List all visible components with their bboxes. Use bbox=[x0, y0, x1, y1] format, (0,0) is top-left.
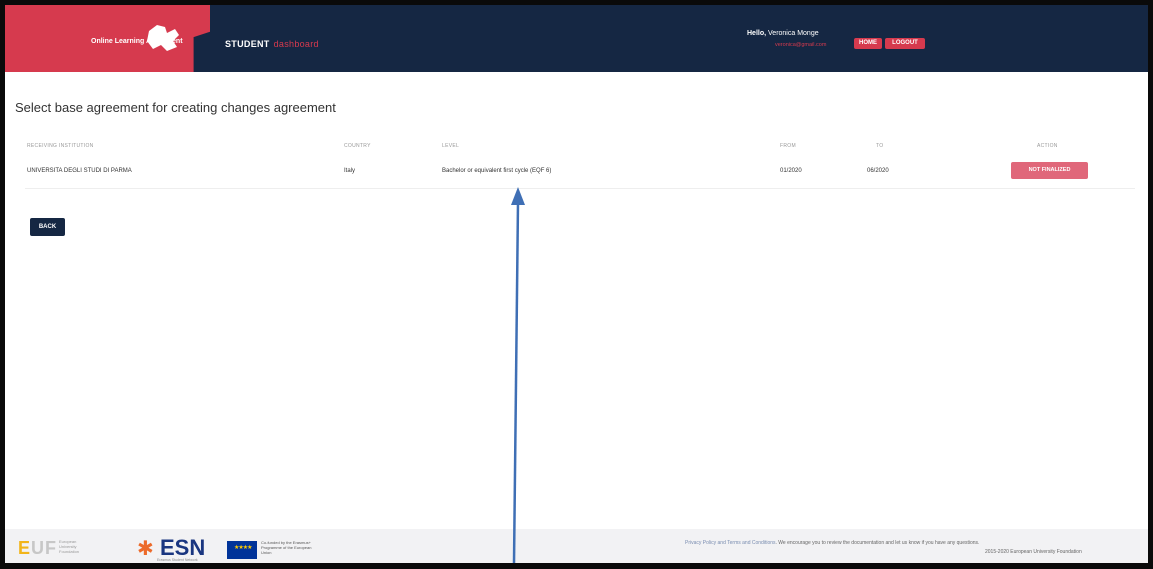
row-divider bbox=[25, 188, 1135, 189]
euf-logo[interactable]: EUF bbox=[18, 538, 57, 559]
back-button[interactable]: BACK bbox=[30, 218, 65, 236]
eu-stars-icon: ★★★★ bbox=[234, 545, 252, 551]
greeting-prefix: Hello, bbox=[747, 30, 767, 37]
column-header-action: ACTION bbox=[1037, 143, 1058, 149]
privacy-link[interactable]: Privacy Policy and Terms and Conditions bbox=[685, 540, 776, 546]
cell-to: 06/2020 bbox=[867, 168, 889, 174]
esn-subtitle: Erasmus Student Network bbox=[157, 558, 198, 562]
cell-from: 01/2020 bbox=[780, 168, 802, 174]
greeting: Hello, Veronica Monge bbox=[747, 30, 819, 37]
cell-level: Bachelor or equivalent first cycle (EQF … bbox=[442, 168, 552, 174]
eu-flag-icon: ★★★★ bbox=[227, 541, 257, 559]
user-name: Veronica Monge bbox=[768, 30, 819, 37]
column-header-country: COUNTRY bbox=[344, 143, 371, 149]
euf-subtitle: European University Foundation bbox=[59, 539, 80, 554]
column-header-from: FROM bbox=[780, 143, 796, 149]
cell-institution: UNIVERSITA DEGLI STUDI DI PARMA bbox=[27, 168, 132, 174]
app-label: STUDENT dashboard bbox=[225, 39, 319, 49]
eu-funding-text: Co-funded by the Erasmus+ Programme of t… bbox=[261, 540, 312, 555]
top-header: Online Learning Agreement STUDENT dashboa… bbox=[5, 5, 1148, 72]
footer-note: Privacy Policy and Terms and Conditions.… bbox=[685, 540, 980, 546]
user-email: veronica@gmail.com bbox=[775, 42, 827, 48]
footer: EUF European University Foundation ✱ ESN… bbox=[5, 529, 1148, 563]
app-window: Online Learning Agreement STUDENT dashboa… bbox=[5, 5, 1148, 563]
column-header-level: LEVEL bbox=[442, 143, 460, 149]
page-title: Select base agreement for creating chang… bbox=[15, 100, 336, 115]
footer-note-text: We encourage you to review the documenta… bbox=[778, 540, 980, 546]
not-finalized-button[interactable]: NOT FINALIZED bbox=[1011, 162, 1088, 179]
column-header-institution: RECEIVING INSTITUTION bbox=[27, 143, 94, 149]
home-button[interactable]: HOME bbox=[854, 38, 882, 49]
esn-star-icon: ✱ bbox=[137, 538, 154, 560]
copyright: 2015-2020 European University Foundation bbox=[985, 549, 1082, 555]
logout-button[interactable]: LOGOUT bbox=[885, 38, 925, 49]
logo-map-icon bbox=[147, 25, 179, 51]
column-header-to: TO bbox=[876, 143, 884, 149]
cell-country: Italy bbox=[344, 168, 356, 174]
arrow-up-icon bbox=[511, 187, 525, 563]
app-label-main: STUDENT bbox=[225, 39, 270, 49]
app-label-sub: dashboard bbox=[273, 39, 319, 49]
